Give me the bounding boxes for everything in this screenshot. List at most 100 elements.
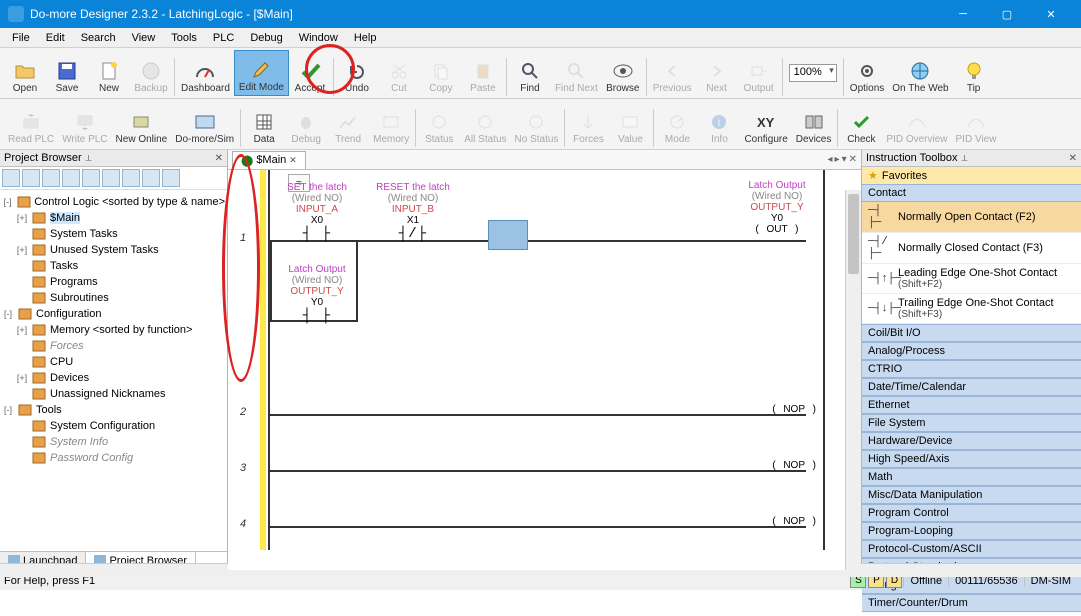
toolbox-category[interactable]: Date/Time/Calendar [862, 378, 1081, 396]
devices-button[interactable]: Devices [792, 101, 836, 147]
coil-output-y[interactable]: Latch Output (Wired NO) OUTPUT_Y Y0 ( OU… [737, 180, 817, 236]
accept-button[interactable]: Accept [289, 50, 331, 96]
toolbox-category[interactable]: Misc/Data Manipulation [862, 486, 1081, 504]
undo-button[interactable]: Undo [336, 50, 378, 96]
menu-tools[interactable]: Tools [163, 30, 205, 46]
new-button[interactable]: New [88, 50, 130, 96]
toolbox-category[interactable]: High Speed/Axis [862, 450, 1081, 468]
tab-next-icon[interactable]: ▸ [835, 154, 840, 165]
selection-cursor[interactable] [488, 220, 528, 250]
toolbox-favorites[interactable]: ★ Favorites [862, 167, 1081, 184]
tree-node[interactable]: Programs [2, 274, 225, 290]
tree-node[interactable]: [+]Devices [2, 370, 225, 386]
ladder-view[interactable]: ≈ 1 SET the latch (Wired NO) INPUT_A X0 … [228, 170, 861, 570]
dashboard-button[interactable]: Dashboard [177, 50, 234, 96]
menu-window[interactable]: Window [291, 30, 346, 46]
tree-node[interactable]: CPU [2, 354, 225, 370]
toolbox-category[interactable]: Ethernet [862, 396, 1081, 414]
coil-nop-4[interactable]: ( NOP ) [771, 516, 817, 528]
menu-file[interactable]: File [4, 30, 38, 46]
toolbox-category[interactable]: Timer/Counter/Drum [862, 594, 1081, 612]
toolbox-category-contact[interactable]: Contact [862, 184, 1081, 202]
zoom-combo[interactable]: 100% [789, 64, 837, 82]
save-button[interactable]: Save [46, 50, 88, 96]
tip-button[interactable]: Tip [953, 50, 995, 96]
tab-close-all-icon[interactable]: ✕ [849, 154, 857, 165]
find-button[interactable]: Find [509, 50, 551, 96]
toolbox-instruction[interactable]: ─┤ ├─Normally Open Contact (F2) [862, 202, 1081, 233]
data-button[interactable]: Data [243, 101, 285, 147]
expand-icon[interactable]: [-] [2, 309, 14, 319]
tree-node[interactable]: [+]Memory <sorted by function> [2, 322, 225, 338]
new-online-button[interactable]: New Online [112, 101, 172, 147]
tree-node[interactable]: Unassigned Nicknames [2, 386, 225, 402]
pin-icon[interactable]: ⟂ [86, 153, 92, 164]
mini-btn[interactable] [162, 169, 180, 187]
pin-icon[interactable]: ⟂ [962, 153, 968, 164]
editor-tab-main[interactable]: ⬤ $Main ✕ [232, 151, 306, 169]
tree-node[interactable]: Password Config [2, 450, 225, 466]
coil-nop-2[interactable]: ( NOP ) [771, 404, 817, 416]
toolbox-category[interactable]: Math [862, 468, 1081, 486]
mini-btn[interactable] [2, 169, 20, 187]
open-button[interactable]: Open [4, 50, 46, 96]
mini-btn[interactable] [42, 169, 60, 187]
options-button[interactable]: Options [846, 50, 888, 96]
ladder-scroll-v[interactable] [845, 190, 861, 570]
maximize-button[interactable]: ▢ [985, 0, 1029, 28]
expand-icon[interactable]: [-] [2, 405, 14, 415]
mini-btn[interactable] [82, 169, 100, 187]
tree-node[interactable]: [-]Control Logic <sorted by type & name> [2, 194, 225, 210]
tree-node[interactable]: Tasks [2, 258, 225, 274]
panel-close-icon[interactable]: ✕ [215, 153, 223, 164]
toolbox-category[interactable]: File System [862, 414, 1081, 432]
toolbox-instruction[interactable]: ─┤/├─Normally Closed Contact (F3) [862, 233, 1081, 264]
tab-close-icon[interactable]: ✕ [289, 155, 297, 166]
tree-node[interactable]: Subroutines [2, 290, 225, 306]
tree-node[interactable]: [-]Configuration [2, 306, 225, 322]
mini-btn[interactable] [122, 169, 140, 187]
coil-nop-3[interactable]: ( NOP ) [771, 460, 817, 472]
minimize-button[interactable]: ─ [941, 0, 985, 28]
expand-icon[interactable]: [+] [16, 325, 28, 335]
configure-button[interactable]: XYConfigure [740, 101, 791, 147]
tab-prev-icon[interactable]: ◂ [828, 154, 833, 165]
browse-button[interactable]: Browse [602, 50, 644, 96]
toolbox-category[interactable]: Coil/Bit I/O [862, 324, 1081, 342]
panel-close-icon[interactable]: ✕ [1069, 153, 1077, 164]
on-the-web-button[interactable]: On The Web [888, 50, 952, 96]
tab-list-icon[interactable]: ▾ [842, 154, 847, 165]
tree-node[interactable]: System Info [2, 434, 225, 450]
toolbox-instruction[interactable]: ─┤↓├─Trailing Edge One-Shot Contact(Shif… [862, 294, 1081, 324]
menu-view[interactable]: View [124, 30, 164, 46]
mini-btn[interactable] [62, 169, 80, 187]
check-button[interactable]: Check [840, 101, 882, 147]
toolbox-category[interactable]: Hardware/Device [862, 432, 1081, 450]
mini-btn[interactable] [22, 169, 40, 187]
mini-btn[interactable] [102, 169, 120, 187]
toolbox-category[interactable]: Analog/Process [862, 342, 1081, 360]
toolbox-category[interactable]: Program Control [862, 504, 1081, 522]
edit-mode-button[interactable]: Edit Mode [234, 50, 289, 96]
toolbox-category[interactable]: CTRIO [862, 360, 1081, 378]
project-tree[interactable]: [-]Control Logic <sorted by type & name>… [0, 190, 227, 551]
toolbox-category[interactable]: Program-Looping [862, 522, 1081, 540]
expand-icon[interactable]: [+] [16, 245, 28, 255]
mini-btn[interactable] [142, 169, 160, 187]
tree-node[interactable]: [+]$Main [2, 210, 225, 226]
contact-output-y-branch[interactable]: Latch Output (Wired NO) OUTPUT_Y Y0 ┤ ├ [278, 264, 356, 324]
do-more-sim-button[interactable]: Do-more/Sim [171, 101, 238, 147]
tree-node[interactable]: [-]Tools [2, 402, 225, 418]
tree-node[interactable]: System Tasks [2, 226, 225, 242]
menu-plc[interactable]: PLC [205, 30, 242, 46]
menu-edit[interactable]: Edit [38, 30, 73, 46]
contact-input-a[interactable]: SET the latch (Wired NO) INPUT_A X0 ┤ ├ [278, 182, 356, 242]
close-button[interactable]: ✕ [1029, 0, 1073, 28]
toolbox-category[interactable]: Protocol-Custom/ASCII [862, 540, 1081, 558]
toolbox-instruction[interactable]: ─┤↑├─Leading Edge One-Shot Contact(Shift… [862, 264, 1081, 294]
menu-help[interactable]: Help [346, 30, 385, 46]
tree-node[interactable]: Forces [2, 338, 225, 354]
tree-node[interactable]: System Configuration [2, 418, 225, 434]
expand-icon[interactable]: [+] [16, 373, 28, 383]
contact-input-b[interactable]: RESET the latch (Wired NO) INPUT_B X1 ┤/… [368, 182, 458, 242]
